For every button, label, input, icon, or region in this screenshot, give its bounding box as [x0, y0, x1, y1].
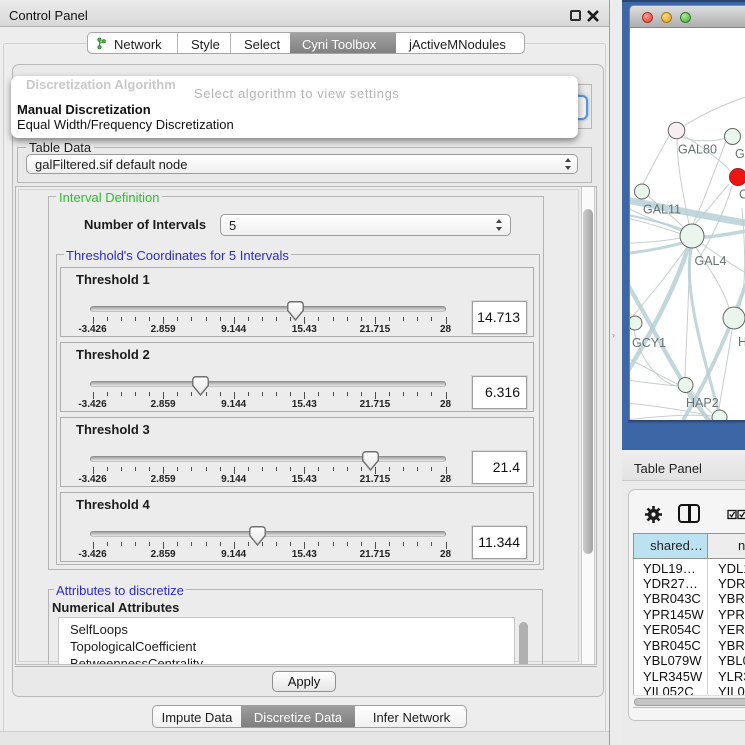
svg-text:C: C	[739, 188, 745, 202]
svg-text:GA: GA	[735, 147, 745, 161]
svg-text:HAP2: HAP2	[686, 396, 719, 410]
svg-text:H: H	[738, 335, 745, 349]
svg-text:GCY1: GCY1	[632, 336, 666, 350]
svg-text:GAL80: GAL80	[678, 143, 717, 157]
svg-text:GAL11: GAL11	[643, 203, 681, 217]
svg-text:GAL4: GAL4	[695, 254, 727, 268]
